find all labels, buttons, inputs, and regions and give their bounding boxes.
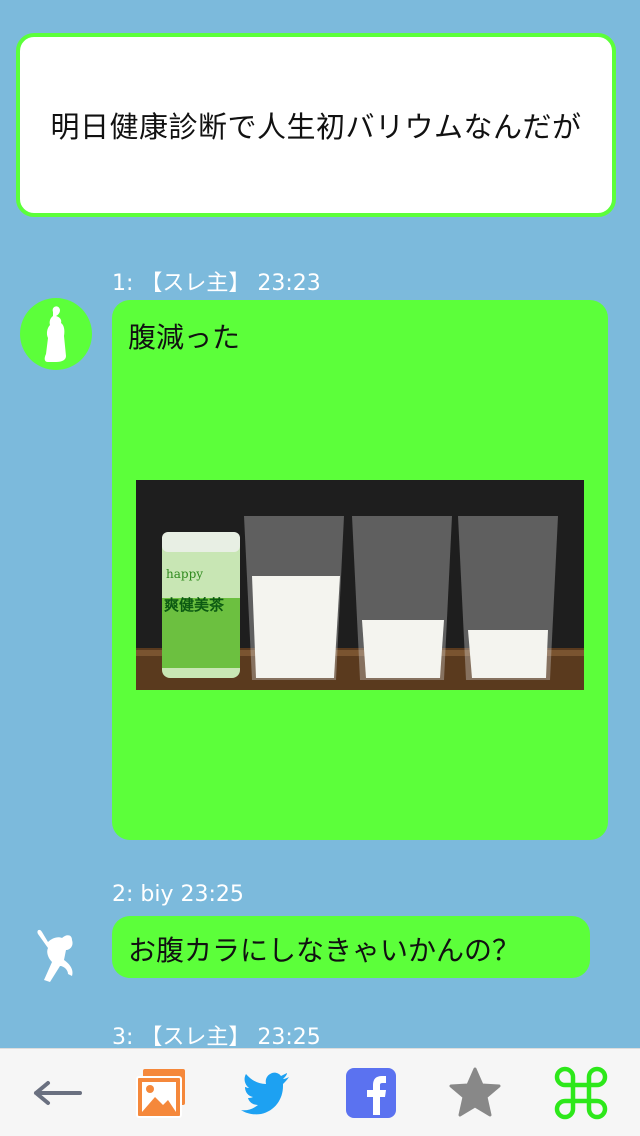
gallery-button[interactable] xyxy=(133,1065,189,1121)
avatar[interactable] xyxy=(20,916,92,988)
star-icon xyxy=(449,1067,501,1117)
twitter-icon xyxy=(241,1072,289,1115)
twitter-share-button[interactable] xyxy=(237,1065,293,1121)
post-meta: 3: 【スレ主】 23:25 xyxy=(112,1025,321,1050)
thread-title: 明日健康診断で人生初バリウムなんだが xyxy=(50,110,582,144)
image-gallery-icon xyxy=(136,1069,185,1118)
command-icon xyxy=(554,1066,608,1120)
thread-title-card: 明日健康診断で人生初バリウムなんだが xyxy=(16,33,616,217)
back-arrow-icon xyxy=(34,1081,82,1105)
post-bubble: 腹減った happy 爽健美茶 xyxy=(112,300,608,840)
post-body: お腹カラにしなきゃいかんの？ xyxy=(128,934,521,967)
command-button[interactable] xyxy=(553,1065,609,1121)
favorite-button[interactable] xyxy=(447,1065,503,1121)
person-silhouette-icon xyxy=(37,929,73,982)
avatar[interactable] xyxy=(20,298,92,370)
person-silhouette-icon xyxy=(44,306,66,362)
can-label-top: happy xyxy=(166,567,203,581)
post-meta: 1: 【スレ主】 23:23 xyxy=(112,271,321,296)
post-bubble: お腹カラにしなきゃいかんの？ xyxy=(112,916,590,978)
facebook-share-button[interactable] xyxy=(343,1065,399,1121)
can-label-main: 爽健美茶 xyxy=(164,596,225,614)
post-meta: 2: biy 23:25 xyxy=(112,882,244,907)
post-image[interactable]: happy 爽健美茶 xyxy=(136,480,584,690)
drink-glasses-image: happy 爽健美茶 xyxy=(136,480,584,690)
facebook-icon xyxy=(346,1068,396,1118)
post-body: 腹減った xyxy=(128,321,241,354)
back-button[interactable] xyxy=(30,1065,86,1121)
bottom-toolbar xyxy=(0,1048,640,1136)
